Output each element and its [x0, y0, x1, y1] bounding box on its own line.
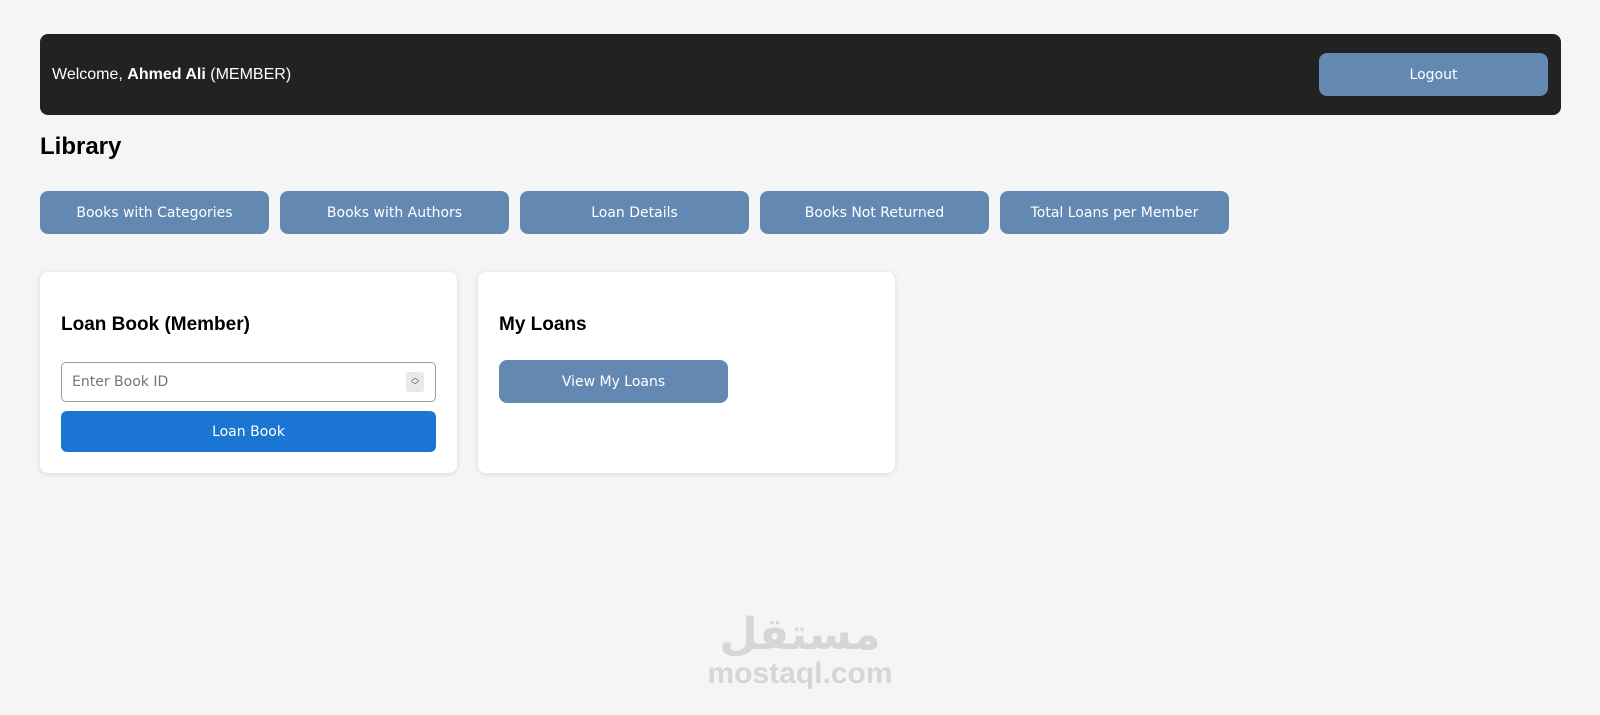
welcome-text: Welcome, Ahmed Ali (MEMBER) [52, 66, 291, 84]
my-loans-title: My Loans [499, 314, 587, 335]
watermark-arabic: مستقل [719, 609, 881, 660]
loan-book-button[interactable]: Loan Book [61, 411, 436, 452]
book-id-field: ︿ ﹀ [61, 362, 436, 402]
chevron-down-icon[interactable]: ﹀ [411, 382, 419, 390]
welcome-prefix: Welcome, [52, 65, 128, 83]
books-with-categories-button[interactable]: Books with Categories [40, 191, 269, 234]
watermark-logo: مستقل mostaql.com [706, 612, 894, 690]
loan-book-card: Loan Book (Member) ︿ ﹀ Loan Book [40, 272, 457, 473]
books-with-authors-button[interactable]: Books with Authors [280, 191, 509, 234]
loan-book-title: Loan Book (Member) [61, 314, 250, 335]
view-my-loans-button[interactable]: View My Loans [499, 360, 728, 403]
total-loans-per-member-button[interactable]: Total Loans per Member [1000, 191, 1229, 234]
report-nav: Books with Categories Books with Authors… [40, 191, 1229, 234]
user-name: Ahmed Ali [127, 65, 206, 83]
watermark-latin: mostaql.com [707, 657, 893, 690]
my-loans-card: My Loans View My Loans [478, 272, 895, 473]
top-bar: Welcome, Ahmed Ali (MEMBER) Logout [40, 34, 1561, 115]
user-role: (MEMBER) [205, 65, 292, 83]
number-stepper[interactable]: ︿ ﹀ [406, 372, 424, 392]
books-not-returned-button[interactable]: Books Not Returned [760, 191, 989, 234]
book-id-input[interactable] [72, 363, 406, 401]
loan-details-button[interactable]: Loan Details [520, 191, 749, 234]
page-title: Library [40, 133, 122, 160]
logout-button[interactable]: Logout [1319, 53, 1548, 96]
